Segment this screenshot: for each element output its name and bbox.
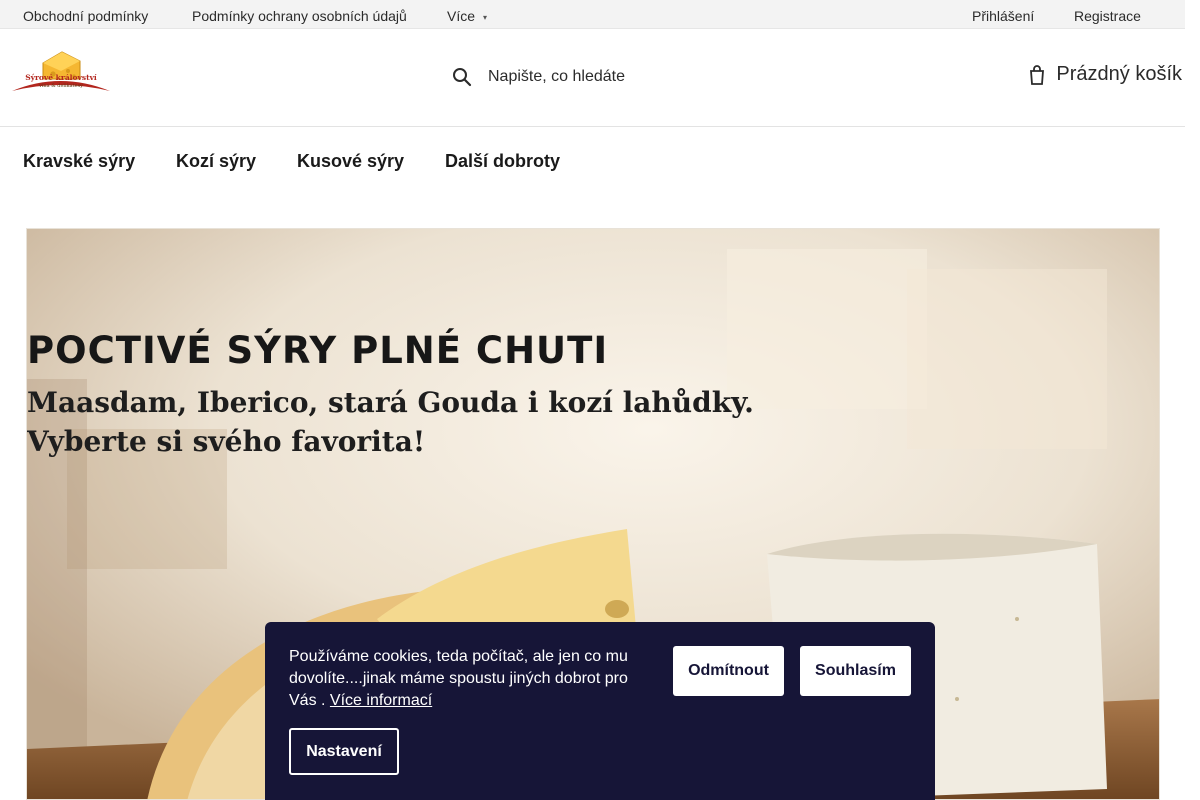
- top-bar: Obchodní podmínky Podmínky ochrany osobn…: [0, 0, 1185, 29]
- logo[interactable]: Sýrové království vína & delikatesy: [10, 49, 112, 97]
- banner-subline-1: Maasdam, Iberico, stará Gouda i kozí lah…: [27, 386, 754, 419]
- search-icon[interactable]: [452, 67, 472, 87]
- topbar-link-more[interactable]: Více ▾: [447, 8, 487, 24]
- nav-item-cow-cheese[interactable]: Kravské sýry: [23, 151, 135, 172]
- topbar-link-terms[interactable]: Obchodní podmínky: [23, 8, 148, 24]
- banner-subline-2: Vyberte si svého favorita!: [27, 425, 426, 458]
- cookie-message: Používáme cookies, teda počítač, ale jen…: [289, 646, 639, 712]
- logo-text-main: Sýrové království: [25, 73, 97, 82]
- nav-item-other-goodies[interactable]: Další dobroty: [445, 151, 560, 172]
- cart-label: Prázdný košík: [1056, 63, 1182, 85]
- login-link[interactable]: Přihlášení: [972, 8, 1034, 24]
- cookie-accept-label: Souhlasím: [815, 662, 896, 679]
- main-nav: Kravské sýry Kozí sýry Kusové sýry Další…: [0, 127, 1185, 197]
- cookie-decline-button[interactable]: Odmítnout: [673, 646, 784, 696]
- logo-text-sub: vína & delikatesy: [38, 82, 83, 89]
- cart-icon: [1028, 64, 1046, 85]
- banner-headline: POCTIVÉ SÝRY PLNÉ CHUTI: [27, 329, 609, 372]
- header: Sýrové království vína & delikatesy Práz…: [0, 29, 1185, 127]
- chevron-down-icon: ▾: [483, 12, 488, 22]
- cookie-settings-button[interactable]: Nastavení: [289, 728, 399, 775]
- cookie-more-info-link[interactable]: Více informací: [330, 692, 432, 709]
- nav-item-goat-cheese[interactable]: Kozí sýry: [176, 151, 256, 172]
- cookie-settings-label: Nastavení: [306, 742, 382, 760]
- search-input[interactable]: [488, 68, 688, 86]
- logo-image: Sýrové království vína & delikatesy: [12, 51, 110, 91]
- register-link[interactable]: Registrace: [1074, 8, 1141, 24]
- cart-button[interactable]: Prázdný košík: [1028, 63, 1182, 86]
- nav-item-piece-cheese[interactable]: Kusové sýry: [297, 151, 404, 172]
- cookie-consent-dialog: Používáme cookies, teda počítač, ale jen…: [265, 622, 935, 800]
- search-bar: [452, 62, 688, 92]
- topbar-link-privacy[interactable]: Podmínky ochrany osobních údajů: [192, 8, 407, 24]
- cookie-accept-button[interactable]: Souhlasím: [800, 646, 911, 696]
- cookie-decline-label: Odmítnout: [688, 662, 769, 679]
- topbar-more-label: Více: [447, 8, 476, 24]
